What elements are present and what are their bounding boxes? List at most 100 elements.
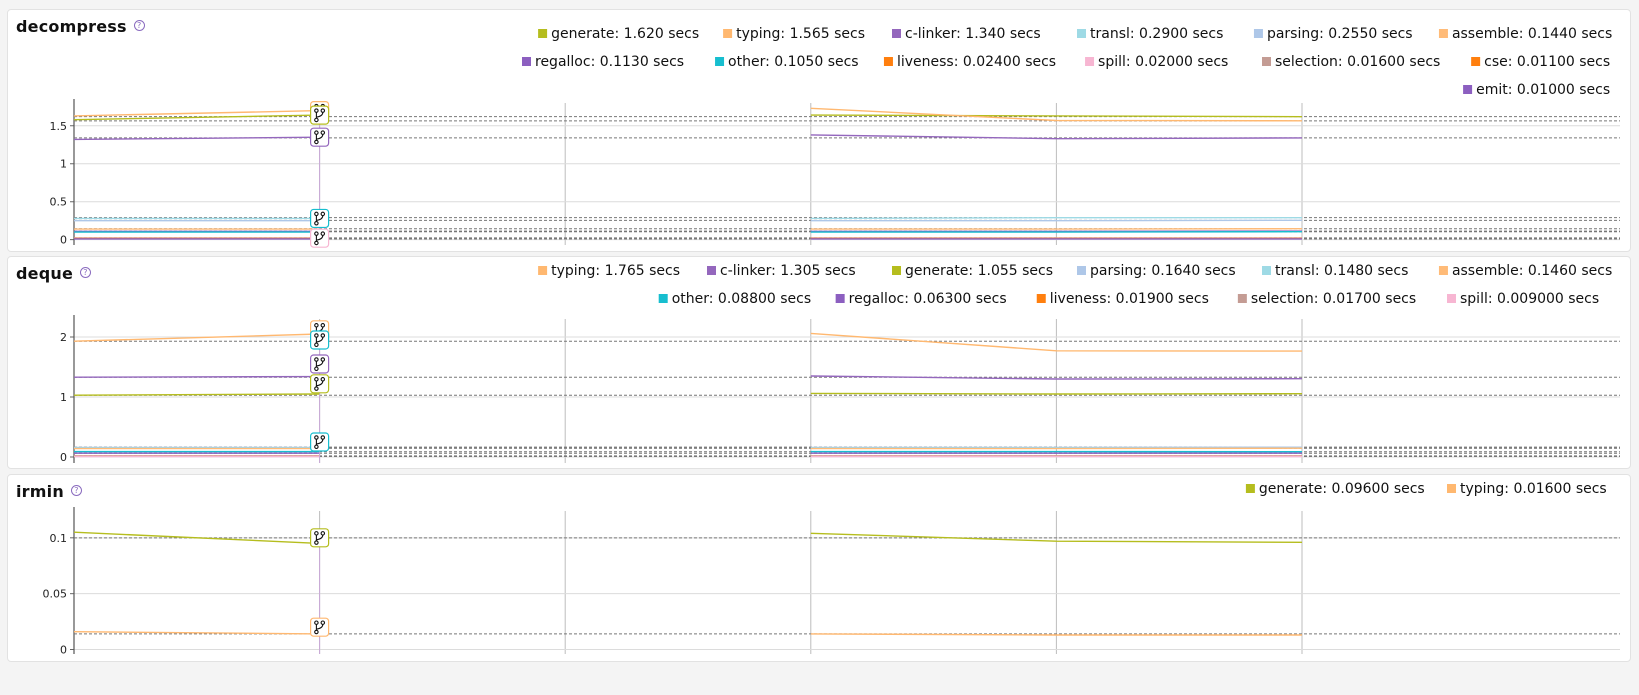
- legend-swatch: [1447, 484, 1456, 493]
- series-line-generate[interactable]: [810, 392, 1303, 395]
- legend-item[interactable]: typing: 0.01600 secs: [1447, 481, 1607, 497]
- legend-swatch: [1085, 57, 1095, 66]
- legend-label: typing: 1.765 secs: [551, 263, 680, 279]
- legend-swatch: [1438, 29, 1448, 38]
- marker-box: [310, 617, 330, 637]
- legend-swatch: [522, 57, 531, 66]
- legend-swatch: [1438, 266, 1448, 275]
- legend-swatch: [723, 29, 733, 38]
- legend-swatch: [1463, 85, 1473, 94]
- legend-item[interactable]: typing: 1.765 secs: [538, 263, 680, 279]
- legend-item[interactable]: regalloc: 0.1130 secs: [522, 54, 684, 70]
- legend-label: other: 0.08800 secs: [672, 291, 811, 307]
- legend-label: assemble: 0.1460 secs: [1452, 263, 1612, 279]
- legend-item[interactable]: assemble: 0.1440 secs: [1438, 26, 1612, 42]
- legend-swatch: [892, 266, 901, 275]
- legend-row: other: 0.08800 secs regalloc: 0.06300 sec…: [658, 291, 1599, 307]
- marker-box: [310, 127, 330, 147]
- git-branch-icon[interactable]: [310, 330, 330, 350]
- git-branch-icon[interactable]: [310, 617, 330, 637]
- legend-swatch: [1036, 294, 1046, 303]
- deque-panel: deque? typing: 1.765 secs c-linker: 1.305…: [7, 256, 1631, 469]
- legend-item[interactable]: other: 0.1050 secs: [715, 54, 859, 70]
- irmin-panel: irmin? generate: 0.09600 secs typing: 0.0…: [7, 474, 1631, 662]
- legend-item[interactable]: spill: 0.02000 secs: [1085, 54, 1228, 70]
- legend-swatch: [1077, 29, 1086, 38]
- series-line-typing[interactable]: [73, 333, 320, 342]
- legend-swatch: [538, 29, 548, 38]
- legend-label: assemble: 0.1440 secs: [1452, 26, 1612, 42]
- legend-label: selection: 0.01700 secs: [1251, 291, 1416, 307]
- legend-item[interactable]: c-linker: 1.305 secs: [707, 263, 856, 279]
- marker-box: [310, 208, 330, 229]
- legend-item[interactable]: liveness: 0.02400 secs: [883, 54, 1056, 70]
- marker-box: [310, 330, 330, 350]
- legend-item[interactable]: generate: 1.620 secs: [538, 26, 699, 42]
- legend-item[interactable]: spill: 0.009000 secs: [1447, 291, 1599, 307]
- series-line-generate[interactable]: [73, 393, 320, 396]
- legend-label: liveness: 0.02400 secs: [897, 54, 1056, 70]
- marker-box: [310, 354, 330, 374]
- y-tick-label: 2: [60, 331, 67, 344]
- legend-swatch: [715, 57, 725, 66]
- legend-swatch: [1447, 294, 1456, 303]
- legend-item[interactable]: other: 0.08800 secs: [658, 291, 811, 307]
- legend-row: generate: 1.620 secs typing: 1.565 secs c-…: [538, 26, 1612, 42]
- git-branch-icon[interactable]: [310, 528, 330, 548]
- legend-item[interactable]: regalloc: 0.06300 secs: [835, 291, 1007, 307]
- legend-swatch: [835, 294, 845, 303]
- legend-label: liveness: 0.01900 secs: [1050, 291, 1209, 307]
- git-branch-icon[interactable]: [310, 374, 330, 394]
- legend-item[interactable]: assemble: 0.1460 secs: [1438, 263, 1612, 279]
- legend-item[interactable]: emit: 0.01000 secs: [1463, 82, 1610, 98]
- git-branch-icon[interactable]: [310, 228, 330, 248]
- legend-item[interactable]: generate: 1.055 secs: [892, 263, 1053, 279]
- legend-item[interactable]: generate: 0.09600 secs: [1245, 481, 1425, 497]
- git-branch-icon[interactable]: [310, 208, 330, 229]
- legend-label: transl: 0.2900 secs: [1090, 26, 1223, 42]
- legend-label: regalloc: 0.1130 secs: [535, 54, 684, 70]
- decompress-chart: generate: 1.620 secs typing: 1.565 secs c-…: [50, 26, 1620, 248]
- deque-chart: typing: 1.765 secs c-linker: 1.305 secs ge…: [60, 263, 1620, 464]
- legend-label: emit: 0.01000 secs: [1476, 82, 1610, 98]
- legend-label: spill: 0.02000 secs: [1098, 54, 1228, 70]
- legend-swatch: [538, 266, 548, 275]
- git-branch-icon[interactable]: [310, 432, 330, 452]
- irmin-chart: generate: 0.09600 secs typing: 0.01600 se…: [43, 481, 1620, 657]
- legend-label: transl: 0.1480 secs: [1275, 263, 1408, 279]
- git-branch-icon[interactable]: [310, 105, 330, 125]
- legend-item[interactable]: transl: 0.1480 secs: [1262, 263, 1408, 279]
- legend-item[interactable]: cse: 0.01100 secs: [1471, 54, 1610, 70]
- series-line-c-linker[interactable]: [73, 375, 320, 378]
- series-line-transl[interactable]: [810, 217, 1302, 220]
- git-branch-icon[interactable]: [310, 127, 330, 147]
- marker-box: [310, 432, 330, 452]
- legend-label: selection: 0.01600 secs: [1275, 54, 1440, 70]
- legend-item[interactable]: typing: 1.565 secs: [723, 26, 865, 42]
- legend-item[interactable]: selection: 0.01600 secs: [1262, 54, 1440, 70]
- legend-label: cse: 0.01100 secs: [1484, 54, 1610, 70]
- legend-label: typing: 1.565 secs: [736, 26, 865, 42]
- git-branch-icon[interactable]: [310, 354, 330, 374]
- legend-label: generate: 0.09600 secs: [1259, 481, 1425, 497]
- marker-box: [310, 528, 330, 548]
- legend-label: parsing: 0.2550 secs: [1267, 26, 1413, 42]
- legend-item[interactable]: liveness: 0.01900 secs: [1036, 291, 1209, 307]
- legend-item[interactable]: c-linker: 1.340 secs: [892, 26, 1041, 42]
- legend-row: generate: 0.09600 secs typing: 0.01600 se…: [1245, 481, 1607, 497]
- decompress-panel: decompress? generate: 1.620 secs typing: …: [7, 9, 1631, 252]
- legend-label: parsing: 0.1640 secs: [1090, 263, 1236, 279]
- legend-label: c-linker: 1.340 secs: [905, 26, 1041, 42]
- marker-box: [310, 105, 330, 125]
- marker-box: [310, 374, 330, 394]
- change-markers: [310, 100, 330, 248]
- legend-swatch: [1253, 29, 1263, 38]
- legend-item[interactable]: selection: 0.01700 secs: [1237, 291, 1416, 307]
- legend-swatch: [1262, 57, 1271, 66]
- legend-item[interactable]: parsing: 0.2550 secs: [1253, 26, 1413, 42]
- y-tick-label: 0.5: [50, 196, 68, 209]
- legend-item[interactable]: transl: 0.2900 secs: [1077, 26, 1223, 42]
- y-tick-label: 0.1: [50, 532, 68, 545]
- legend-swatch: [1471, 57, 1481, 66]
- legend-item[interactable]: parsing: 0.1640 secs: [1077, 263, 1236, 279]
